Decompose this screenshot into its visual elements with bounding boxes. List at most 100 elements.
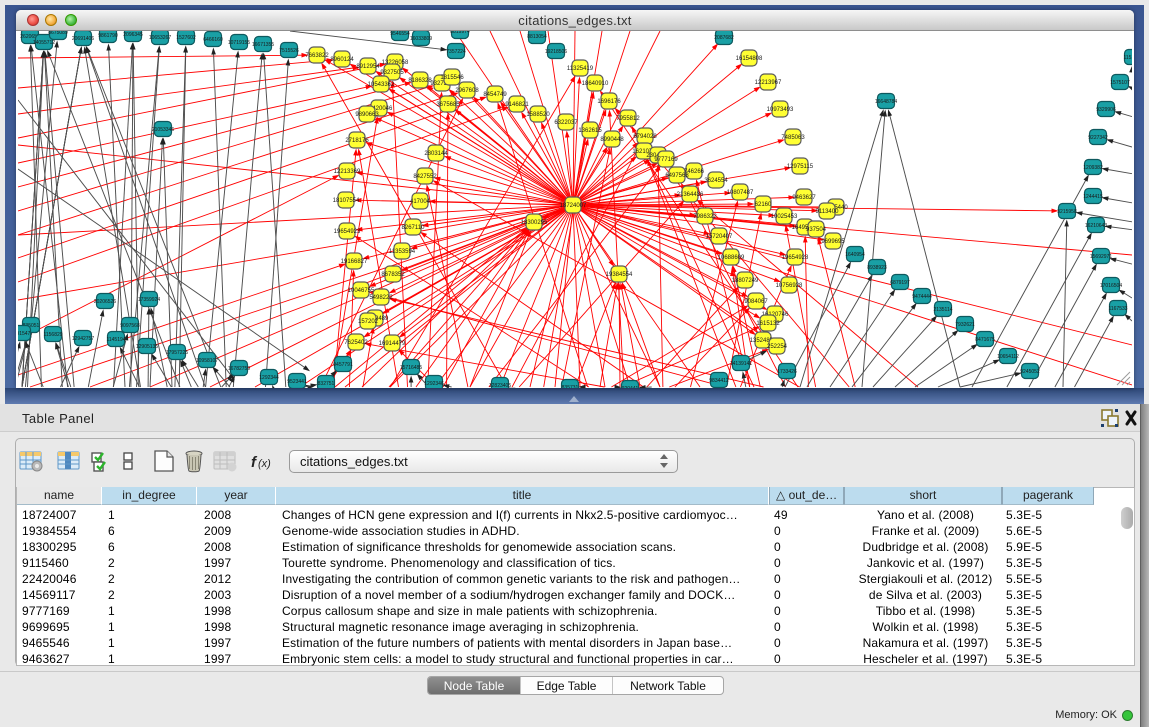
svg-text:21364436: 21364436 — [677, 192, 704, 198]
svg-text:2087682: 2087682 — [714, 35, 734, 41]
svg-text:11353594: 11353594 — [389, 249, 416, 255]
svg-text:7986322: 7986322 — [693, 214, 717, 220]
svg-text:7955812: 7955812 — [616, 116, 640, 122]
svg-text:391547: 391547 — [18, 331, 31, 337]
svg-text:10688609: 10688609 — [718, 255, 745, 261]
svg-text:1640954: 1640954 — [845, 252, 865, 258]
svg-text:9834412: 9834412 — [709, 378, 729, 384]
svg-text:1815546: 1815546 — [440, 75, 464, 81]
svg-text:6322037: 6322037 — [554, 120, 578, 126]
svg-text:10756928: 10756928 — [776, 283, 803, 289]
svg-text:1292344: 1292344 — [259, 375, 279, 381]
svg-text:8427552: 8427552 — [413, 174, 437, 180]
svg-text:18807249: 18807249 — [732, 278, 759, 284]
svg-text:2967608: 2967608 — [455, 88, 479, 94]
svg-text:10653267: 10653267 — [149, 35, 171, 41]
svg-text:18640910: 18640910 — [582, 81, 609, 87]
svg-text:17016504: 17016504 — [1100, 283, 1122, 289]
svg-text:20206526: 20206526 — [94, 299, 116, 305]
svg-text:6497568: 6497568 — [665, 173, 689, 179]
svg-text:12942757: 12942757 — [72, 336, 94, 342]
svg-text:15692971: 15692971 — [1090, 254, 1112, 260]
svg-text:62160: 62160 — [755, 202, 772, 208]
svg-text:9699695: 9699695 — [821, 239, 845, 245]
svg-text:9546554: 9546554 — [390, 31, 410, 37]
svg-text:1527602: 1527602 — [176, 35, 196, 41]
svg-text:19166827: 19166827 — [341, 259, 368, 265]
svg-text:8912954: 8912954 — [356, 64, 380, 70]
svg-text:9245052: 9245052 — [1020, 369, 1040, 375]
svg-text:19654928: 19654928 — [782, 255, 809, 261]
svg-text:937504: 937504 — [806, 227, 827, 233]
svg-text:832751: 832751 — [318, 381, 335, 387]
svg-text:8813054: 8813054 — [527, 34, 547, 40]
svg-text:17359924: 17359924 — [138, 297, 160, 303]
svg-text:(x): (x) — [258, 458, 271, 470]
svg-text:2096345: 2096345 — [123, 32, 143, 38]
svg-text:9227342: 9227342 — [1088, 135, 1108, 141]
svg-text:3675685: 3675685 — [436, 102, 460, 108]
svg-text:1167533: 1167533 — [1108, 306, 1127, 312]
svg-text:1209382: 1209382 — [1083, 165, 1103, 171]
svg-text:8267110: 8267110 — [402, 225, 426, 231]
svg-text:9457791: 9457791 — [333, 362, 353, 368]
svg-text:12213369: 12213369 — [334, 169, 361, 175]
svg-text:7663822: 7663822 — [305, 53, 329, 59]
svg-text:f: f — [251, 454, 258, 471]
svg-text:16648784: 16648784 — [875, 99, 897, 105]
svg-text:20691406: 20691406 — [72, 36, 94, 42]
svg-text:7515526: 7515526 — [279, 48, 299, 54]
svg-text:8471675: 8471675 — [975, 337, 995, 343]
svg-text:8678352: 8678352 — [381, 272, 405, 278]
svg-text:3624554: 3624554 — [704, 178, 728, 184]
svg-text:12823405: 12823405 — [489, 383, 511, 388]
svg-text:10958107: 10958107 — [196, 358, 218, 364]
svg-text:9146821: 9146821 — [505, 102, 529, 108]
svg-text:18724007: 18724007 — [560, 203, 587, 209]
svg-text:8675089: 8675089 — [48, 31, 68, 36]
svg-text:2718176: 2718176 — [345, 138, 369, 144]
svg-text:252254: 252254 — [767, 344, 788, 350]
svg-text:1292346: 1292346 — [424, 381, 444, 387]
svg-text:1575107: 1575107 — [1110, 80, 1130, 86]
svg-text:1362615: 1362615 — [578, 128, 602, 134]
svg-text:417004: 417004 — [410, 199, 431, 205]
svg-text:7485063: 7485063 — [781, 135, 805, 141]
svg-text:10973493: 10973493 — [767, 107, 794, 113]
svg-text:9113400: 9113400 — [816, 209, 840, 215]
svg-text:12975115: 12975115 — [787, 164, 814, 170]
svg-text:18300295: 18300295 — [521, 220, 548, 226]
svg-text:1151674: 1151674 — [1123, 55, 1132, 61]
svg-text:1615132: 1615132 — [756, 321, 780, 327]
svg-text:5498222: 5498222 — [369, 295, 393, 301]
svg-text:8454749: 8454749 — [483, 92, 507, 98]
svg-text:7357224: 7357224 — [446, 49, 466, 55]
svg-text:15720407: 15720407 — [706, 234, 733, 240]
svg-text:19218506: 19218506 — [545, 49, 567, 55]
svg-text:1156829: 1156829 — [43, 332, 62, 338]
svg-text:9474444: 9474444 — [912, 294, 932, 300]
svg-text:19384554: 19384554 — [606, 272, 633, 278]
svg-text:8186328: 8186328 — [408, 78, 432, 84]
svg-text:3215958: 3215958 — [1057, 209, 1077, 215]
svg-text:19654923: 19654923 — [334, 229, 361, 235]
svg-text:9084067: 9084067 — [744, 299, 768, 305]
svg-text:2803144: 2803144 — [424, 151, 448, 157]
svg-text:1733426: 1733426 — [777, 369, 797, 375]
svg-text:10719155: 10719155 — [228, 40, 250, 46]
svg-text:1696176: 1696176 — [597, 99, 621, 105]
svg-text:6879197: 6879197 — [890, 280, 910, 286]
svg-text:1588520: 1588520 — [526, 112, 550, 118]
svg-text:16671355: 16671355 — [252, 42, 274, 48]
svg-text:9463627: 9463627 — [792, 195, 816, 201]
svg-text:835731: 835731 — [562, 385, 579, 388]
svg-text:8819974: 8819974 — [450, 31, 470, 35]
svg-text:16210643: 16210643 — [1085, 223, 1107, 229]
svg-text:18107554: 18107554 — [333, 198, 360, 204]
svg-text:1145194: 1145194 — [106, 337, 125, 343]
svg-text:16782759: 16782759 — [228, 366, 250, 372]
svg-text:7625402: 7625402 — [344, 340, 368, 346]
svg-text:9861790: 9861790 — [98, 33, 118, 39]
svg-text:9327505: 9327505 — [380, 70, 404, 76]
svg-text:8990448: 8990448 — [600, 137, 624, 143]
